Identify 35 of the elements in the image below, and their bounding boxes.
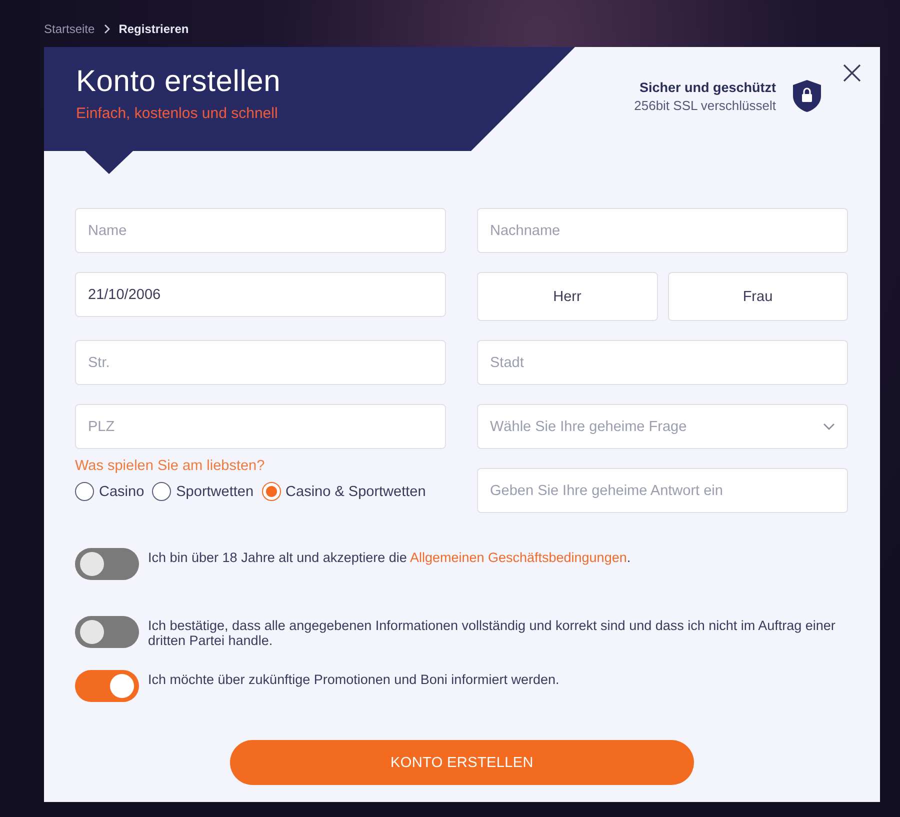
terms-link[interactable]: Allgemeinen Geschäftsbedingungen xyxy=(410,550,627,565)
input-field[interactable]: Nachname xyxy=(477,208,848,253)
question-label: Was spielen Sie am liebsten? xyxy=(75,458,266,474)
radio-button[interactable] xyxy=(75,482,94,501)
toggle-switch[interactable] xyxy=(75,616,139,648)
create-account-button[interactable]: KONTO ERSTELLEN xyxy=(230,740,694,785)
input-field[interactable]: Geben Sie Ihre geheime Antwort ein xyxy=(477,468,848,513)
radio-label: Casino & Sportwetten xyxy=(286,484,426,500)
radio-button[interactable] xyxy=(152,482,172,501)
gender-button[interactable]: Frau xyxy=(668,272,848,321)
input-field[interactable]: Stadt xyxy=(477,340,848,385)
radio-label: Casino xyxy=(99,484,144,500)
toggle-switch[interactable] xyxy=(75,548,139,580)
chevron-down-icon xyxy=(823,422,835,430)
shield-lock-icon xyxy=(792,79,822,113)
input-field[interactable]: Str. xyxy=(75,340,446,385)
radio-label: Sportwetten xyxy=(176,484,254,500)
security-title: Sicher und geschützt xyxy=(639,80,776,94)
input-field[interactable]: 21/10/2006 xyxy=(75,272,446,317)
consent-text: Ich bestätige, dass alle angegebenen Informationen vollständig und korrekt sind und dass ich nicht im Auftrag einer dritten Partei handle. xyxy=(148,617,836,648)
consent-text: Ich möchte über zukünftige Promotionen und Boni informiert werden. xyxy=(148,671,560,687)
breadcrumb-link[interactable]: Registrieren xyxy=(118,22,189,36)
input-field[interactable]: PLZ xyxy=(75,404,446,449)
chevron-icon xyxy=(102,24,111,34)
breadcrumb-link[interactable]: Startseite xyxy=(44,22,95,36)
gender-button[interactable]: Herr xyxy=(477,272,658,321)
modal-title: Konto erstellen xyxy=(76,65,281,99)
input-field[interactable]: Name xyxy=(75,208,446,253)
security-subtitle: 256bit SSL verschlüsselt xyxy=(634,98,776,112)
modal-subtitle: Einfach, kostenlos und schnell xyxy=(76,105,279,122)
close-button[interactable] xyxy=(842,63,862,83)
question-dropdown[interactable]: Wähle Sie Ihre geheime Frage xyxy=(477,404,848,449)
radio-button[interactable] xyxy=(262,482,281,501)
toggle-switch[interactable] xyxy=(75,670,139,702)
consent-text: Ich bin über 18 Jahre alt und akzeptiere die Allgemeinen Geschäftsbedingungen. xyxy=(148,549,631,565)
